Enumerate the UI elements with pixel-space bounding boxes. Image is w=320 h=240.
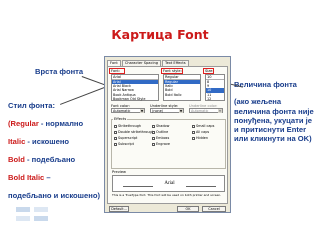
cancel-button[interactable]: Cancel — [202, 206, 226, 212]
style-bold-term: Bold — [8, 155, 25, 164]
underline-color-value: Automatic — [191, 109, 209, 113]
chevron-down-icon: ▼ — [140, 109, 144, 113]
checkbox-box[interactable] — [114, 130, 117, 134]
checkbox-label: Superscript — [118, 136, 138, 140]
checkbox-label: Strikethrough — [118, 124, 142, 128]
checkbox-label: Shadow — [156, 124, 170, 128]
style-italic-desc: - искошено — [25, 137, 70, 146]
effects-title: Effects — [113, 117, 128, 121]
checkbox-label: Outline — [156, 130, 169, 134]
style-highlight-box — [161, 68, 183, 74]
font-highlight-box — [109, 68, 125, 74]
small-caps-checkbox[interactable]: Small caps — [192, 124, 214, 128]
preview-rule — [186, 186, 216, 187]
style-bolditalic-desc: – — [44, 173, 51, 182]
style-bold-desc: - подебљано — [24, 155, 76, 164]
font-size-note: (ако жељена величина фонта није понуђена… — [234, 97, 314, 144]
theme-decoration — [34, 207, 48, 212]
style-italic-term: Italic — [8, 137, 26, 146]
font-type-annotation: Врста фонта — [35, 67, 84, 76]
theme-decoration — [34, 216, 48, 221]
checkbox-box[interactable] — [192, 136, 195, 140]
checkbox-label: Small caps — [196, 124, 215, 128]
font-color-value: Automatic — [113, 109, 131, 113]
style-bolditalic-term: Bold Italic — [8, 173, 45, 182]
checkbox-box[interactable] — [192, 130, 195, 134]
style-regular-term: (Regular — [8, 119, 39, 128]
font-size-annotation: Величина фонта (ако жељена величина фонт… — [234, 80, 316, 144]
checkbox-box[interactable] — [114, 136, 117, 140]
font-dialog: Font Character Spacing Text Effects Font… — [104, 56, 231, 213]
checkbox-box[interactable] — [152, 136, 155, 140]
chevron-down-icon: ▼ — [218, 109, 222, 113]
style-regular-line: (Regular - нормално — [8, 119, 104, 137]
preview-title: Preview — [111, 170, 127, 174]
slide-title: Картица Font — [111, 27, 209, 42]
shadow-checkbox[interactable]: Shadow — [152, 124, 169, 128]
preview-rule — [123, 186, 153, 187]
engrave-checkbox[interactable]: Engrave — [152, 142, 170, 146]
strikethrough-checkbox[interactable]: Strikethrough — [114, 124, 141, 128]
checkbox-box[interactable] — [152, 130, 155, 134]
underline-color-select[interactable]: Automatic ▼ — [189, 108, 223, 113]
font-size-heading: Величина фонта — [234, 80, 297, 89]
checkbox-box[interactable] — [152, 124, 155, 128]
font-list[interactable]: Arial Arial Arial Black Arial Narrow Boo… — [111, 74, 159, 101]
emboss-checkbox[interactable]: Emboss — [152, 136, 169, 140]
style-bold-line: Bold - подебљано — [8, 155, 104, 173]
checkbox-label: Engrave — [156, 142, 171, 146]
theme-decoration — [16, 207, 30, 212]
style-regular-desc: - нормално — [38, 119, 84, 128]
style-bolditalic-line: Bold Italic – — [8, 173, 104, 191]
style-italic-line: Italic - искошено — [8, 137, 104, 155]
checkbox-label: Emboss — [156, 136, 170, 140]
font-style-option[interactable]: Bold Italic — [164, 93, 200, 97]
font-tab-panel: Font: Arial Arial Arial Black Arial Narr… — [107, 66, 228, 204]
superscript-checkbox[interactable]: Superscript — [114, 136, 137, 140]
checkbox-box[interactable] — [152, 142, 155, 146]
truetype-note: This is a TrueType font. This font will … — [112, 193, 222, 197]
slide: Картица Font Врста фонта Стил фонта: (Re… — [0, 0, 320, 240]
default-button[interactable]: Default... — [109, 206, 129, 212]
font-style-annotation: Стил фонта: (Regular - нормално Italic -… — [8, 101, 104, 209]
size-option[interactable]: 12 — [206, 97, 224, 101]
checkbox-label: Double strikethrough — [118, 130, 154, 134]
checkbox-box[interactable] — [114, 142, 117, 146]
size-highlight-box — [203, 68, 214, 74]
size-list[interactable]: 10 8 9 10 11 12 — [205, 74, 225, 101]
checkbox-label: All caps — [196, 130, 210, 134]
font-option[interactable]: Bookman Old Style — [112, 97, 158, 101]
all-caps-checkbox[interactable]: All caps — [192, 130, 209, 134]
checkbox-label: Subscript — [118, 142, 134, 146]
chevron-down-icon: ▼ — [179, 109, 183, 113]
preview-box: Arial — [112, 175, 225, 192]
checkbox-box[interactable] — [114, 124, 117, 128]
checkbox-box[interactable] — [192, 124, 195, 128]
hidden-checkbox[interactable]: Hidden — [192, 136, 208, 140]
font-color-select[interactable]: Automatic ▼ — [111, 108, 145, 113]
underline-style-value: (none) — [152, 109, 164, 113]
underline-style-select[interactable]: (none) ▼ — [150, 108, 184, 113]
subscript-checkbox[interactable]: Subscript — [114, 142, 134, 146]
checkbox-label: Hidden — [196, 136, 209, 140]
ok-button[interactable]: OK — [177, 206, 199, 212]
double-strikethrough-checkbox[interactable]: Double strikethrough — [114, 130, 154, 134]
outline-checkbox[interactable]: Outline — [152, 130, 168, 134]
theme-decoration — [16, 216, 30, 221]
font-style-heading: Стил фонта: — [8, 101, 56, 110]
font-style-list[interactable]: Regular Regular Italic Bold Bold Italic — [163, 74, 201, 101]
